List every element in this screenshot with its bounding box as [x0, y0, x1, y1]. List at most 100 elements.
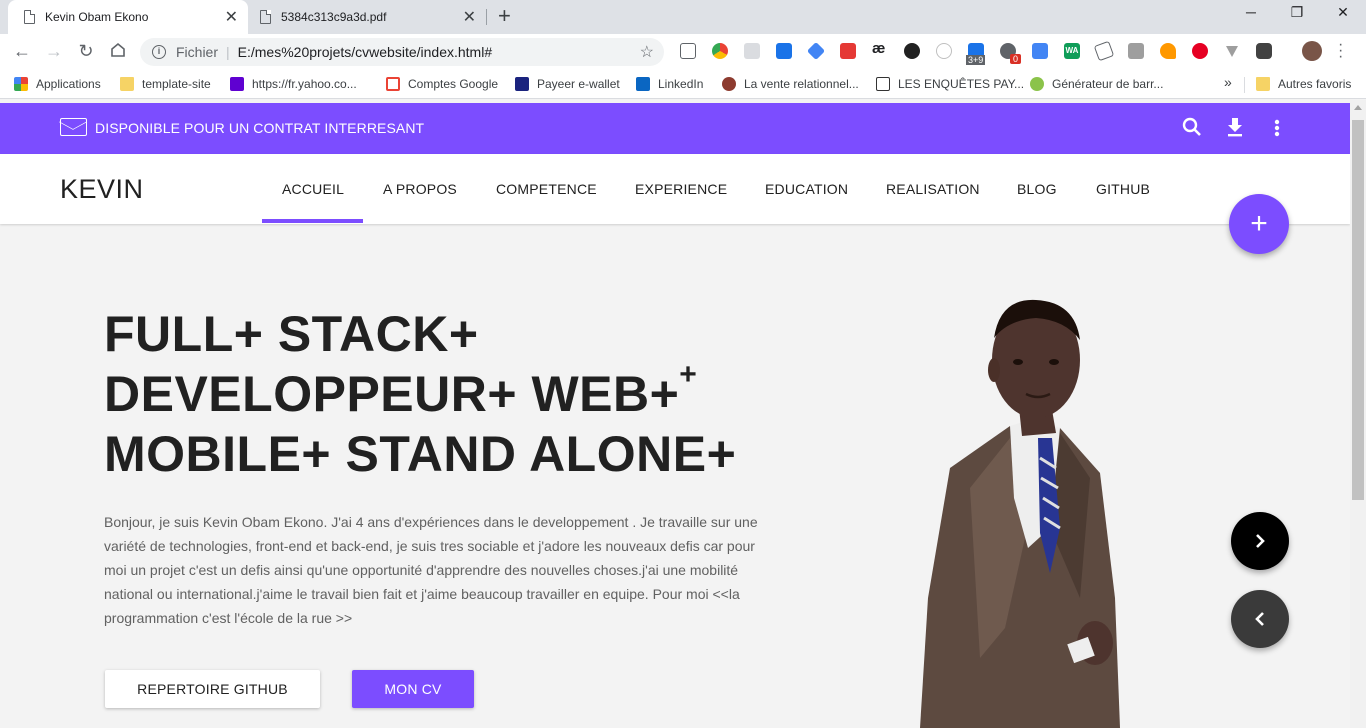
document-icon: [24, 10, 35, 24]
nav-github[interactable]: GITHUB: [1096, 181, 1150, 197]
tab-kevin[interactable]: Kevin Obam Ekono ✕: [8, 0, 248, 34]
nav-education[interactable]: EDUCATION: [765, 181, 848, 197]
bookmark-item[interactable]: template-site: [120, 77, 211, 91]
scrollbar-thumb[interactable]: [1352, 120, 1364, 500]
address-bar[interactable]: i Fichier | E:/mes%20projets/cvwebsite/i…: [140, 38, 664, 66]
bookmark-label: https://fr.yahoo.co...: [252, 77, 357, 91]
linkedin-icon: [636, 77, 650, 91]
bookmark-divider: [1244, 77, 1245, 93]
new-tab-button[interactable]: +: [498, 3, 511, 29]
more-vert-icon[interactable]: [1274, 119, 1280, 142]
extension-icon[interactable]: [744, 43, 760, 59]
yahoo-icon: [230, 77, 244, 91]
back-button[interactable]: ←: [10, 41, 34, 62]
bookmark-label: LinkedIn: [658, 77, 704, 91]
bookmark-item[interactable]: La vente relationnel...: [722, 77, 859, 91]
hero-headline: FULL+ STACK+ DEVELOPPEUR+ WEB++ MOBILE+ …: [104, 304, 736, 484]
download-icon[interactable]: [1226, 117, 1244, 142]
extension-icon[interactable]: [712, 43, 728, 59]
scroll-up-arrow[interactable]: [1354, 105, 1362, 110]
bookmark-label: Payeer e-wallet: [537, 77, 620, 91]
extension-icon[interactable]: [1256, 43, 1272, 59]
bookmark-item[interactable]: Générateur de barr...: [1030, 77, 1163, 91]
folder-icon: [120, 77, 134, 91]
portrait-photo: [920, 299, 1120, 728]
document-icon: [260, 10, 271, 24]
facebook-icon[interactable]: [1128, 43, 1144, 59]
bookmarks-bar: Applications template-site https://fr.ya…: [0, 70, 1366, 99]
bookmark-item[interactable]: https://fr.yahoo.co...: [230, 77, 357, 91]
headline-line: DEVELOPPEUR+ WEB++: [104, 360, 736, 424]
top-info-bar: DISPONIBLE POUR UN CONTRAT INTERRESANT: [0, 103, 1350, 154]
my-cv-button[interactable]: MON CV: [352, 670, 474, 708]
minimize-button[interactable]: ─: [1228, 4, 1274, 20]
tab-pdf[interactable]: 5384c313c9a3d.pdf ✕: [250, 0, 486, 34]
chrome-menu-icon[interactable]: · · ·: [1338, 37, 1343, 65]
nav-accueil[interactable]: ACCUEIL: [282, 181, 344, 197]
github-repo-button[interactable]: REPERTOIRE GITHUB: [105, 670, 320, 708]
extension-icon[interactable]: [806, 41, 826, 61]
bookmark-label: LES ENQUÊTES PAY...: [898, 77, 1025, 91]
bookmark-label: Applications: [36, 77, 101, 91]
chevron-left-icon: [1255, 612, 1264, 626]
more-bookmarks-button[interactable]: »: [1224, 74, 1232, 90]
key-icon[interactable]: [1160, 43, 1176, 59]
add-fab-button[interactable]: +: [1229, 194, 1289, 254]
brand-logo[interactable]: KEVIN: [60, 174, 144, 205]
site-icon: [722, 77, 736, 91]
headline-superscript: +: [679, 358, 698, 391]
restore-button[interactable]: ❐: [1274, 4, 1320, 21]
extension-icon[interactable]: [904, 43, 920, 59]
pinterest-icon[interactable]: [1192, 43, 1208, 59]
bookmark-item[interactable]: Applications: [14, 77, 101, 91]
home-button[interactable]: [106, 41, 130, 64]
nav-experience[interactable]: EXPERIENCE: [635, 181, 727, 197]
bookmark-star-icon[interactable]: ☆: [640, 42, 654, 62]
extension-badge: 0: [1010, 54, 1022, 64]
bookmark-item[interactable]: Payeer e-wallet: [515, 77, 620, 91]
close-window-button[interactable]: ✕: [1320, 4, 1366, 21]
reload-button[interactable]: ↻: [74, 41, 98, 62]
bookmark-item[interactable]: LinkedIn: [636, 77, 703, 91]
extension-icon[interactable]: æ: [872, 40, 888, 57]
nav-blog[interactable]: BLOG: [1017, 181, 1057, 197]
nav-realisation[interactable]: REALISATION: [886, 181, 980, 197]
main-navbar: KEVIN ACCUEIL A PROPOS COMPETENCE EXPERI…: [0, 154, 1350, 224]
page-content: DISPONIBLE POUR UN CONTRAT INTERRESANT K…: [0, 100, 1350, 728]
other-bookmarks[interactable]: Autres favoris: [1256, 77, 1351, 91]
survey-icon: [876, 77, 890, 91]
bookmark-label: template-site: [142, 77, 211, 91]
bookmark-item[interactable]: Comptes Google: [386, 77, 498, 91]
chevron-right-icon: [1256, 534, 1265, 548]
info-icon[interactable]: i: [152, 45, 166, 59]
nav-a-propos[interactable]: A PROPOS: [383, 181, 457, 197]
prev-slide-button[interactable]: [1231, 590, 1289, 648]
bookmark-item[interactable]: LES ENQUÊTES PAY...: [876, 77, 1024, 91]
bookmark-label: Autres favoris: [1278, 77, 1352, 91]
tab-strip: Kevin Obam Ekono ✕ 5384c313c9a3d.pdf ✕ +…: [0, 0, 1366, 34]
search-icon[interactable]: [1182, 117, 1202, 142]
page-scrollbar[interactable]: [1350, 100, 1366, 728]
bookmark-label: Générateur de barr...: [1052, 77, 1164, 91]
close-tab-icon[interactable]: ✕: [463, 7, 476, 27]
generator-icon: [1030, 77, 1044, 91]
extension-icon[interactable]: [840, 43, 856, 59]
apps-grid-icon: [14, 77, 28, 91]
extension-icon[interactable]: WA: [1064, 43, 1080, 59]
translate-icon[interactable]: [1032, 43, 1048, 59]
profile-avatar[interactable]: [1302, 41, 1322, 61]
extension-icon[interactable]: [1224, 43, 1240, 59]
next-slide-button[interactable]: [1231, 512, 1289, 570]
extension-icon[interactable]: [776, 43, 792, 59]
close-tab-icon[interactable]: ✕: [225, 7, 238, 27]
forward-button[interactable]: →: [42, 41, 66, 62]
bookmark-label: Comptes Google: [408, 77, 499, 91]
availability-text: DISPONIBLE POUR UN CONTRAT INTERRESANT: [95, 120, 425, 136]
home-icon: [111, 42, 125, 57]
extension-badge: 3+9: [966, 55, 986, 65]
extension-icon[interactable]: [1093, 40, 1115, 62]
bio-paragraph: Bonjour, je suis Kevin Obam Ekono. J'ai …: [104, 514, 758, 626]
nav-competence[interactable]: COMPETENCE: [496, 181, 597, 197]
extension-icon[interactable]: [680, 43, 696, 59]
extension-icon[interactable]: [936, 43, 952, 59]
